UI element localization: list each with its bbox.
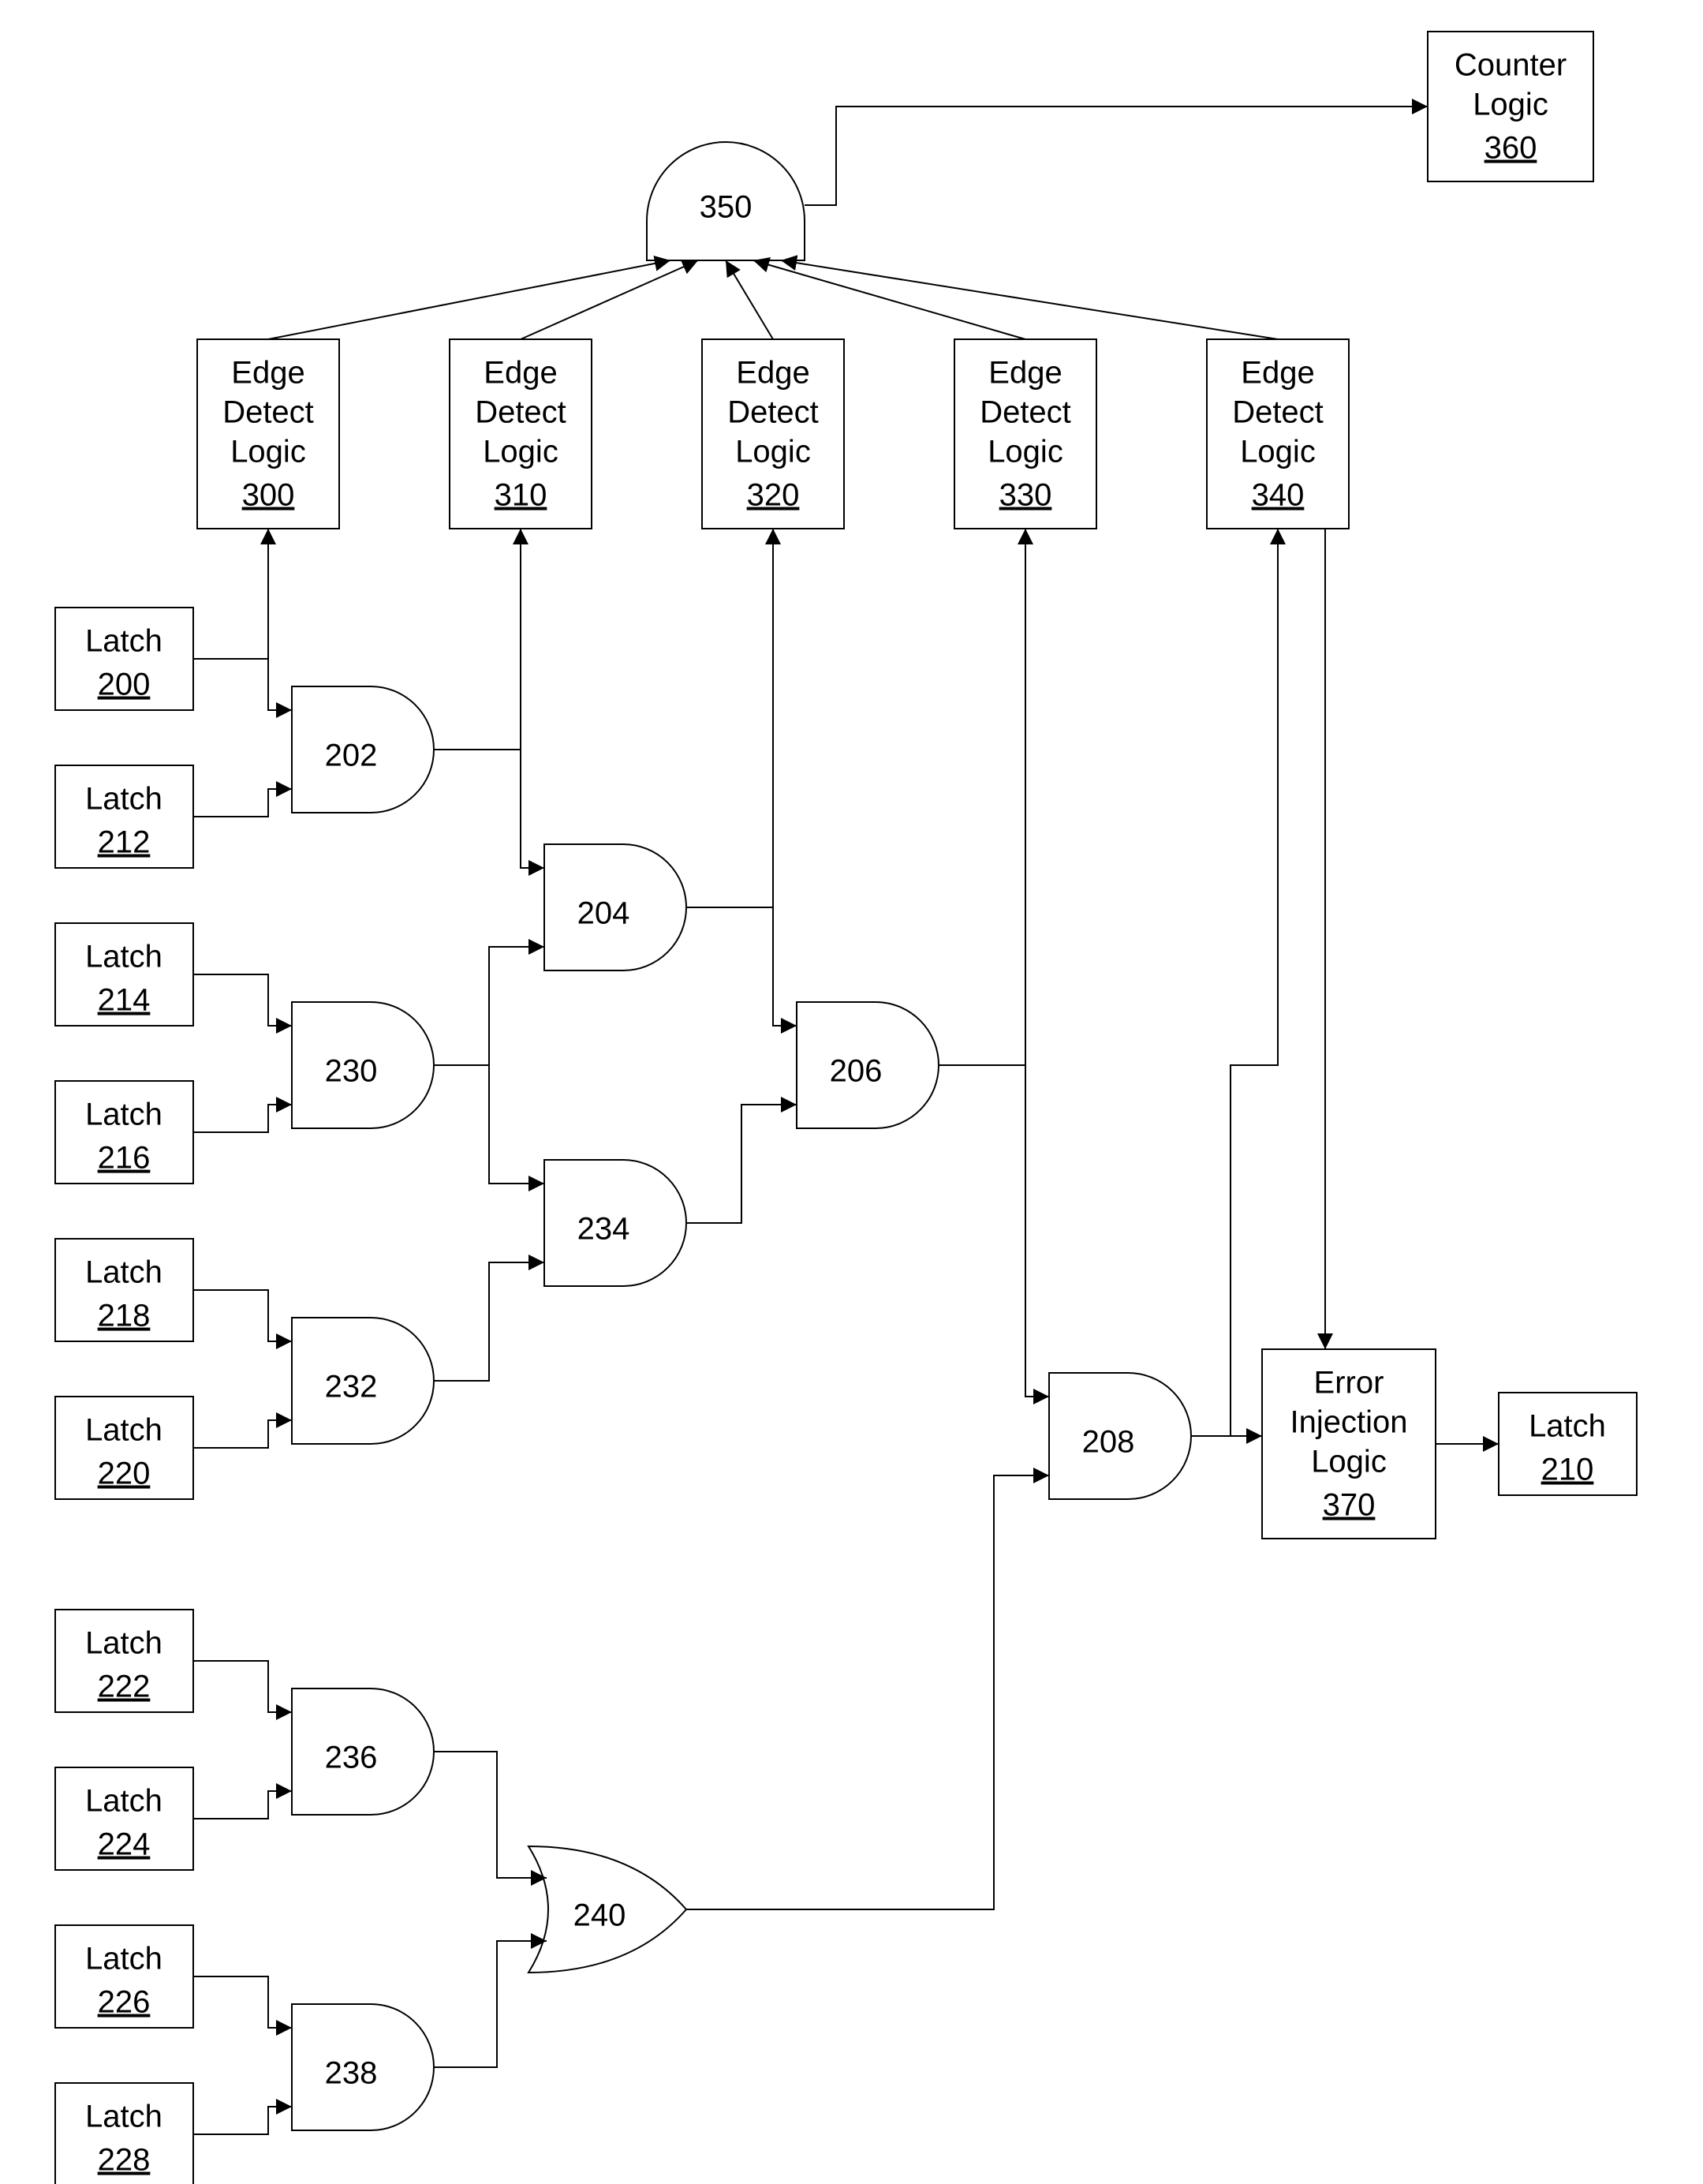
- svg-text:Logic: Logic: [1473, 88, 1548, 122]
- svg-text:Latch: Latch: [85, 1784, 162, 1819]
- svg-text:Detect: Detect: [727, 395, 819, 430]
- latch-210: Latch 210: [1499, 1393, 1637, 1495]
- svg-text:Edge: Edge: [484, 356, 557, 391]
- svg-text:Latch: Latch: [1529, 1409, 1606, 1444]
- svg-text:Edge: Edge: [231, 356, 304, 391]
- error-injection-logic-370: Error Injection Logic 370: [1262, 1349, 1436, 1539]
- latch-220: Latch 220: [55, 1397, 193, 1499]
- edge-detect-310: Edge Detect Logic 310: [450, 339, 592, 529]
- and-gate-202: 202: [292, 686, 434, 813]
- svg-text:Error: Error: [1314, 1366, 1384, 1401]
- svg-text:Latch: Latch: [85, 624, 162, 659]
- svg-text:Latch: Latch: [85, 1942, 162, 1976]
- svg-text:Detect: Detect: [475, 395, 566, 430]
- latch-200: Latch 200: [55, 608, 193, 710]
- and-gate-208: 208: [1049, 1373, 1191, 1499]
- svg-text:230: 230: [325, 1054, 378, 1089]
- svg-text:Latch: Latch: [85, 1255, 162, 1290]
- svg-text:Latch: Latch: [85, 1098, 162, 1132]
- and-gate-230: 230: [292, 1002, 434, 1128]
- svg-text:238: 238: [325, 2056, 378, 2091]
- svg-text:228: 228: [98, 2143, 151, 2178]
- svg-text:240: 240: [573, 1898, 626, 1933]
- latch-224: Latch 224: [55, 1767, 193, 1870]
- svg-text:Latch: Latch: [85, 2100, 162, 2134]
- and-gate-238: 238: [292, 2004, 434, 2130]
- svg-text:Detect: Detect: [222, 395, 314, 430]
- and-gate-234: 234: [544, 1160, 686, 1286]
- svg-text:Edge: Edge: [736, 356, 809, 391]
- and-gate-204: 204: [544, 844, 686, 970]
- edge-detect-340: Edge Detect Logic 340: [1207, 339, 1349, 529]
- svg-text:320: 320: [747, 478, 800, 513]
- svg-text:Injection: Injection: [1290, 1405, 1408, 1440]
- svg-text:350: 350: [700, 190, 753, 225]
- latch-226: Latch 226: [55, 1925, 193, 2028]
- svg-text:234: 234: [577, 1212, 630, 1247]
- and-gate-236: 236: [292, 1688, 434, 1815]
- svg-text:Edge: Edge: [1241, 356, 1314, 391]
- counter-logic-360: Counter Logic 360: [1428, 32, 1593, 181]
- svg-text:Logic: Logic: [735, 435, 811, 469]
- logic-diagram: Latch 200 Latch 212 Latch 214 Latch 216 …: [0, 0, 1703, 2184]
- svg-text:206: 206: [830, 1054, 883, 1089]
- svg-text:340: 340: [1252, 478, 1305, 513]
- svg-text:370: 370: [1323, 1488, 1376, 1523]
- svg-text:210: 210: [1541, 1453, 1594, 1487]
- svg-text:214: 214: [98, 983, 151, 1018]
- svg-text:Latch: Latch: [85, 1413, 162, 1448]
- svg-text:232: 232: [325, 1370, 378, 1404]
- svg-text:224: 224: [98, 1827, 151, 1862]
- svg-text:Detect: Detect: [1232, 395, 1324, 430]
- and-gate-350: 350: [647, 142, 805, 260]
- latch-218: Latch 218: [55, 1239, 193, 1341]
- svg-text:Logic: Logic: [483, 435, 558, 469]
- svg-text:Logic: Logic: [1311, 1445, 1387, 1479]
- latch-216: Latch 216: [55, 1081, 193, 1184]
- svg-text:212: 212: [98, 825, 151, 860]
- svg-text:Logic: Logic: [1240, 435, 1316, 469]
- svg-text:330: 330: [999, 478, 1052, 513]
- svg-text:Logic: Logic: [988, 435, 1063, 469]
- svg-text:300: 300: [242, 478, 295, 513]
- svg-text:Latch: Latch: [85, 782, 162, 817]
- and-gate-206: 206: [797, 1002, 939, 1128]
- svg-text:216: 216: [98, 1141, 151, 1176]
- latch-212: Latch 212: [55, 765, 193, 868]
- svg-text:Edge: Edge: [988, 356, 1062, 391]
- svg-text:202: 202: [325, 739, 378, 773]
- svg-text:222: 222: [98, 1670, 151, 1704]
- edge-detect-320: Edge Detect Logic 320: [702, 339, 844, 529]
- latch-214: Latch 214: [55, 923, 193, 1026]
- and-gate-232: 232: [292, 1318, 434, 1444]
- latch-228: Latch 228: [55, 2083, 193, 2184]
- svg-text:Latch: Latch: [85, 940, 162, 974]
- or-gate-240: 240: [528, 1846, 686, 1973]
- svg-text:236: 236: [325, 1741, 378, 1775]
- svg-text:218: 218: [98, 1299, 151, 1333]
- svg-text:Counter: Counter: [1455, 48, 1567, 83]
- svg-text:Latch: Latch: [85, 1626, 162, 1661]
- svg-text:220: 220: [98, 1457, 151, 1491]
- edge-detect-330: Edge Detect Logic 330: [954, 339, 1096, 529]
- svg-text:200: 200: [98, 668, 151, 702]
- svg-text:Logic: Logic: [230, 435, 306, 469]
- svg-text:Detect: Detect: [980, 395, 1071, 430]
- edge-detect-300: Edge Detect Logic 300: [197, 339, 339, 529]
- svg-text:310: 310: [495, 478, 547, 513]
- svg-text:360: 360: [1485, 131, 1537, 166]
- svg-text:208: 208: [1082, 1425, 1135, 1460]
- svg-text:226: 226: [98, 1985, 151, 2020]
- latch-222: Latch 222: [55, 1610, 193, 1712]
- svg-text:204: 204: [577, 896, 630, 931]
